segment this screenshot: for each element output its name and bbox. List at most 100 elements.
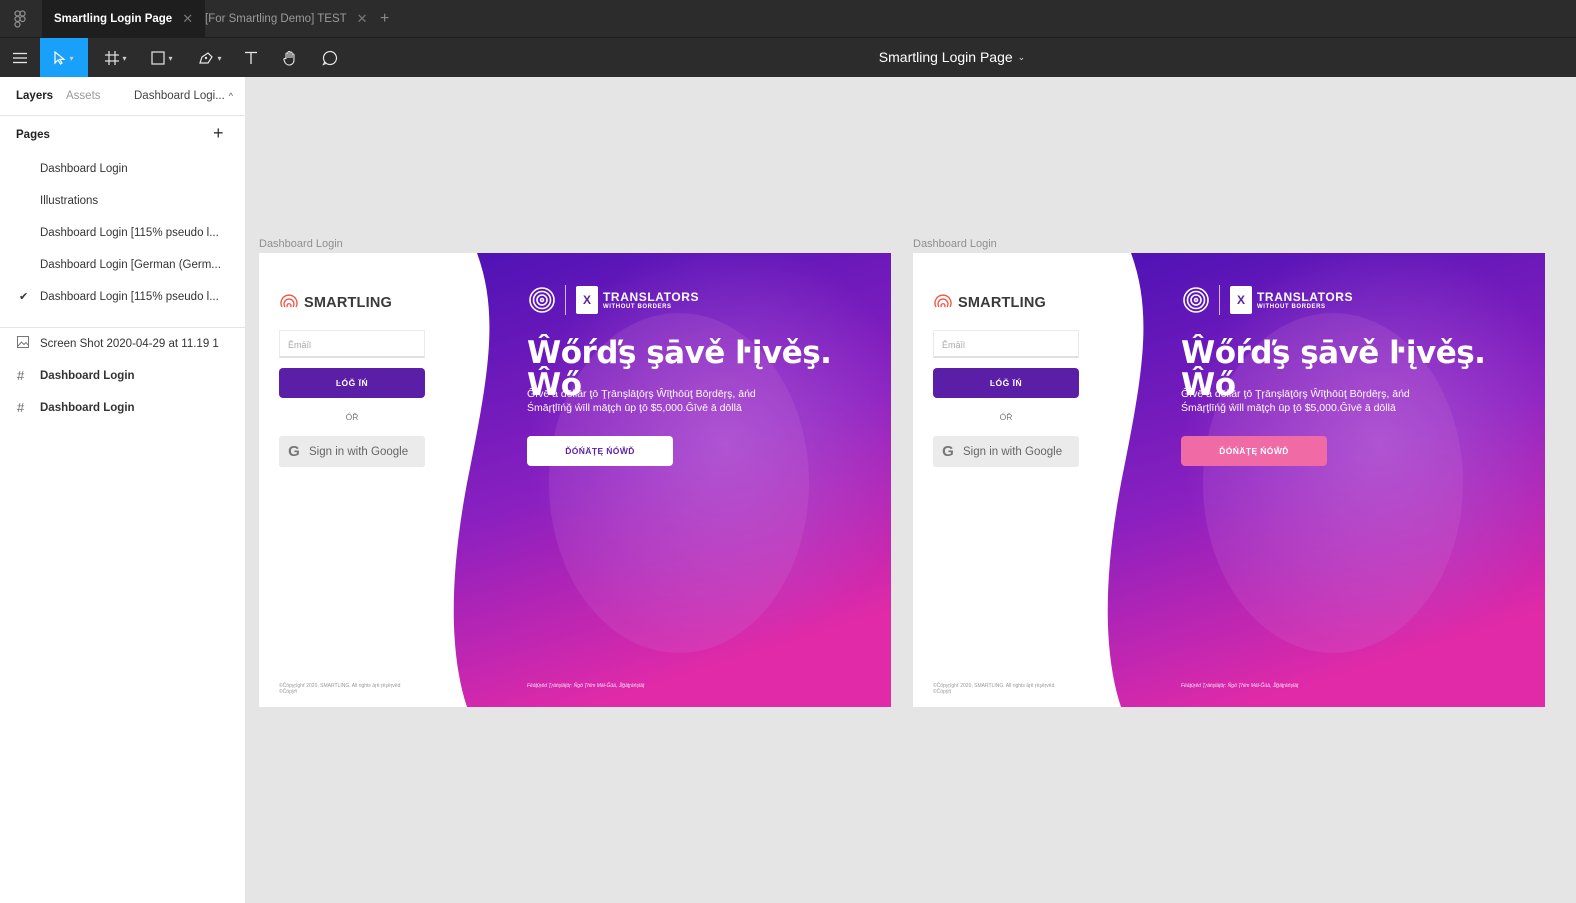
text-icon [245, 51, 257, 64]
frame-label[interactable]: Dashboard Login [913, 238, 997, 250]
chevron-down-icon: ▾ [168, 53, 173, 63]
frame-tool-button[interactable]: ▾ [98, 38, 134, 78]
partner-name: TRANSLATORS WITHOUT BORDERS [1257, 291, 1353, 310]
move-icon [54, 51, 67, 65]
add-page-icon[interactable]: + [213, 123, 224, 144]
tab-label: [For Smartling Demo] TEST [205, 12, 347, 25]
page-item[interactable]: Dashboard Login [40, 163, 128, 175]
google-sign-in-button[interactable]: G Sign in with Google [279, 436, 425, 467]
hand-icon [283, 50, 295, 66]
chevron-down-icon: ▾ [122, 53, 127, 63]
document-title: Smartling Login Page [878, 49, 1013, 65]
hero-photo-background [453, 253, 891, 707]
layers-sidebar: Layers Assets Dashboard Logi... ^ Pages +… [0, 77, 246, 903]
tab-bar: Smartling Login Page ✕ [For Smartling De… [0, 0, 1576, 37]
twb-badge: X [576, 286, 598, 314]
page-item[interactable]: Illustrations [40, 195, 98, 207]
comment-icon [322, 50, 338, 66]
frame-icon: # [17, 368, 25, 383]
copyright-text: ©Ĉōpyŗīghť 2020, SMARTLING. All rights ā… [279, 683, 401, 695]
divider [565, 285, 566, 315]
comment-tool-button[interactable] [316, 38, 344, 78]
smartling-fingerprint-icon [1183, 287, 1209, 313]
tab-layers[interactable]: Layers [16, 90, 53, 102]
translators-without-borders-logo: X TRANSLATORS WITHOUT BORDERS [1181, 285, 1353, 315]
copyright-text: ©Ĉōpyŗīghť 2020, SMARTLING. All rights ā… [933, 683, 1055, 695]
frame-label[interactable]: Dashboard Login [259, 238, 343, 250]
google-sign-in-label: Sign in with Google [963, 445, 1063, 458]
brand-name: SMARTLING [304, 295, 392, 311]
current-page-label: Dashboard Logi... [134, 90, 225, 102]
checkmark-icon: ✔ [19, 291, 29, 303]
google-icon: G [942, 443, 954, 460]
document-title-menu[interactable]: Smartling Login Page ⌄ [879, 49, 1025, 65]
smartling-fingerprint-icon [280, 294, 298, 308]
photo-credit-text: Fēāţūŗēd Ţŗāńşlāţōŗ: Ňgō Ţhīm Māī-Ğūā, Ĵ… [527, 683, 645, 689]
rectangle-icon [151, 51, 166, 65]
twb-badge: X [1230, 286, 1252, 314]
email-field[interactable]: Ēmāīl [279, 330, 425, 358]
dashboard-login-frame[interactable]: SMARTLING Ēmāīl ĿÓĞ ÏŃ ÓŘ G Sign in with… [259, 253, 891, 707]
chevron-down-icon: ▾ [69, 53, 74, 63]
donate-now-button[interactable]: ĎÓŃÄŢĘ ŃÓŴĎ [527, 436, 673, 466]
menu-icon[interactable] [0, 38, 40, 78]
tab-smartling-login-page[interactable]: Smartling Login Page ✕ [42, 0, 206, 37]
photo-credit-text: Fēāţūŗēd Ţŗāńşlāţōŗ: Ňgō Ţhīm Māī-Ğūā, Ĵ… [1181, 683, 1299, 689]
divider [1219, 285, 1220, 315]
chevron-down-icon: ▾ [217, 53, 222, 63]
page-item[interactable]: Dashboard Login [German (Germ... [40, 259, 221, 271]
hand-tool-button[interactable] [276, 38, 304, 78]
login-button[interactable]: ĿÓĞ ÏŃ [933, 368, 1079, 398]
email-field[interactable]: Ēmāīl [933, 330, 1079, 358]
toolbar: ▾ ▾ ▾ ▾ [0, 37, 1576, 78]
current-page-selector[interactable]: Dashboard Logi... ^ [134, 90, 233, 102]
chevron-down-icon: ⌄ [1017, 51, 1026, 62]
google-sign-in-button[interactable]: G Sign in with Google [933, 436, 1079, 467]
smartling-fingerprint-icon [934, 294, 952, 308]
pen-tool-button[interactable]: ▾ [192, 38, 228, 78]
partner-name: TRANSLATORS WITHOUT BORDERS [603, 291, 699, 310]
text-tool-button[interactable] [238, 38, 264, 78]
partner-name-line2: WITHOUT BORDERS [1257, 303, 1326, 310]
smartling-logo: SMARTLING [933, 293, 1046, 313]
google-icon: G [288, 443, 300, 460]
hero-body-text: Ĝīvē ā dōllār ţō Ţŗānşlāţōŗş Ŵīţhōūţ Bōŗ… [1181, 388, 1410, 414]
or-divider-text: ÓŘ [345, 412, 359, 422]
hero-body-text: Ĝīvē ā dōllār ţō Ţŗānşlāţōŗş Ŵīţhōūţ Bōŗ… [527, 388, 756, 414]
partner-name-line2: WITHOUT BORDERS [603, 303, 672, 310]
layer-item[interactable]: Screen Shot 2020-04-29 at 11.19 1 [40, 338, 219, 350]
or-divider-text: ÓŘ [999, 412, 1013, 422]
sidebar-tabs: Layers Assets Dashboard Logi... ^ [0, 77, 245, 116]
divider [0, 327, 246, 328]
login-button[interactable]: ĿÓĞ ÏŃ [279, 368, 425, 398]
frame-icon [105, 51, 120, 65]
smartling-fingerprint-icon [529, 287, 555, 313]
pages-heading: Pages [16, 129, 50, 141]
tab-assets[interactable]: Assets [66, 90, 101, 102]
layer-item[interactable]: Dashboard Login [40, 402, 135, 414]
donate-now-button[interactable]: ĎÓŃÄŢĘ ŃÓŴĎ [1181, 436, 1327, 466]
translators-without-borders-logo: X TRANSLATORS WITHOUT BORDERS [527, 285, 699, 315]
shape-tool-button[interactable]: ▾ [144, 38, 180, 78]
page-item[interactable]: Dashboard Login [115% pseudo l... [40, 227, 219, 239]
layer-item[interactable]: Dashboard Login [40, 370, 135, 382]
google-sign-in-label: Sign in with Google [309, 445, 409, 458]
hero-photo-background [1107, 253, 1545, 707]
chevron-up-icon: ^ [228, 91, 234, 101]
close-icon[interactable]: ✕ [357, 11, 368, 27]
pen-icon [199, 52, 214, 64]
move-tool-button[interactable]: ▾ [40, 38, 88, 78]
smartling-logo: SMARTLING [279, 293, 392, 313]
close-icon[interactable]: ✕ [182, 11, 193, 27]
dashboard-login-frame[interactable]: SMARTLING Ēmāīl ĿÓĞ ÏŃ ÓŘ G Sign in with… [913, 253, 1545, 707]
frame-icon: # [17, 400, 25, 415]
tab-smartling-demo-test[interactable]: [For Smartling Demo] TEST ✕ [193, 0, 380, 37]
add-tab-icon[interactable]: + [380, 0, 389, 37]
figma-logo-icon[interactable] [0, 0, 40, 37]
image-icon [17, 336, 29, 351]
brand-name: SMARTLING [958, 295, 1046, 311]
partner-name-line1: TRANSLATORS [1257, 289, 1354, 304]
page-item-current[interactable]: Dashboard Login [115% pseudo l... [40, 291, 219, 303]
partner-name-line1: TRANSLATORS [603, 289, 700, 304]
tab-label: Smartling Login Page [54, 12, 173, 25]
